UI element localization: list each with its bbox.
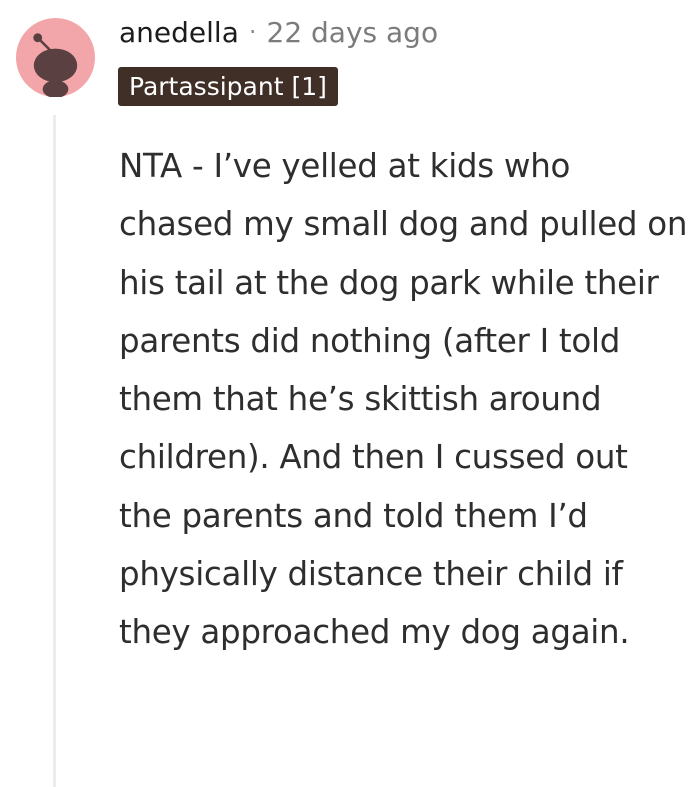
timestamp-link[interactable]: 22 days ago xyxy=(267,16,439,49)
comment-header: anedella · 22 days ago xyxy=(119,12,438,52)
comment-body: NTA - I’ve yelled at kids who chased my … xyxy=(119,137,689,662)
comment-text: NTA - I’ve yelled at kids who chased my … xyxy=(119,147,688,652)
separator-dot: · xyxy=(248,18,257,46)
username-link[interactable]: anedella xyxy=(119,16,239,49)
thread-line[interactable] xyxy=(53,115,56,787)
snoo-avatar-icon[interactable] xyxy=(16,18,95,97)
user-flair-badge: Partassipant [1] xyxy=(118,67,338,106)
